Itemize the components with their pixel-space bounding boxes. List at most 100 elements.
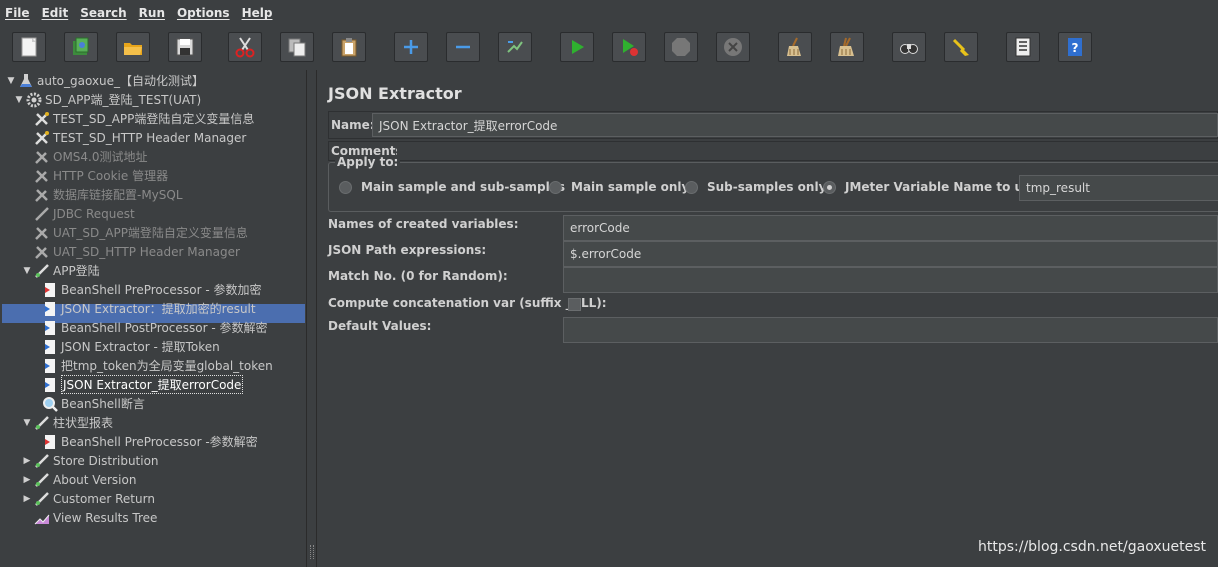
radio-main-and-sub[interactable]: Main sample and sub-samples xyxy=(339,180,565,194)
tree-node-postprocessor-selected[interactable]: JSON Extractor_提取errorCode xyxy=(42,375,244,394)
tree-node-preprocessor[interactable]: BeanShell PreProcessor -参数解密 xyxy=(42,432,258,451)
tree-toggle-icon[interactable]: ▼ xyxy=(22,266,32,276)
tree-node-config[interactable]: UAT_SD_HTTP Header Manager xyxy=(34,242,240,261)
comments-input[interactable] xyxy=(397,142,1218,160)
tree-toggle-icon[interactable]: ▼ xyxy=(6,76,16,86)
menu-search[interactable]: Search xyxy=(80,6,126,20)
radio-main-only[interactable]: Main sample only xyxy=(549,180,689,194)
tree-node-config[interactable]: UAT_SD_APP端登陆自定义变量信息 xyxy=(34,223,248,242)
copy-button[interactable] xyxy=(280,32,314,62)
json-path-input[interactable]: $.errorCode xyxy=(563,241,1218,267)
tree-toggle-icon[interactable]: ▼ xyxy=(22,418,32,428)
search-icon xyxy=(900,44,918,54)
tree-node-postprocessor[interactable]: JSON Extractor：提取加密的result xyxy=(42,299,256,318)
names-input[interactable]: errorCode xyxy=(563,215,1218,241)
new-button[interactable] xyxy=(12,32,46,62)
save-button[interactable] xyxy=(168,32,202,62)
templates-button[interactable] xyxy=(64,32,98,62)
tree-node-config[interactable]: OMS4.0测试地址 xyxy=(34,147,148,166)
tree-node-preprocessor[interactable]: BeanShell PreProcessor - 参数加密 xyxy=(42,280,262,299)
svg-text:?: ? xyxy=(1072,41,1079,55)
splitter-grip[interactable] xyxy=(310,545,314,559)
tree-node-postprocessor[interactable]: JSON Extractor - 提取Token xyxy=(42,337,220,356)
shutdown-button[interactable] xyxy=(716,32,750,62)
paste-button[interactable] xyxy=(332,32,366,62)
collapse-button[interactable] xyxy=(446,32,480,62)
comments-row: Comments: xyxy=(328,141,1218,161)
tree-node-listener[interactable]: View Results Tree xyxy=(34,508,157,527)
concat-label: Compute concatenation var (suffix _ALL): xyxy=(328,296,607,310)
radio-dot-selected[interactable] xyxy=(823,180,836,194)
tree-node-sampler[interactable]: ▶ About Version xyxy=(22,470,137,489)
save-icon xyxy=(176,38,194,56)
start-button[interactable] xyxy=(560,32,594,62)
names-label: Names of created variables: xyxy=(328,217,519,231)
radio-sub-only[interactable]: Sub-samples only xyxy=(685,180,826,194)
tree-node-sampler[interactable]: ▼ 柱状型报表 xyxy=(22,413,113,432)
expand-button[interactable] xyxy=(394,32,428,62)
cut-button[interactable] xyxy=(228,32,262,62)
concat-checkbox[interactable] xyxy=(568,298,581,311)
radio-dot[interactable] xyxy=(339,180,352,194)
tree-toggle-icon[interactable]: ▶ xyxy=(22,475,32,485)
tree-toggle-icon[interactable]: ▼ xyxy=(14,95,24,105)
radio-jmeter-variable[interactable]: JMeter Variable Name to use xyxy=(823,180,1038,194)
open-icon xyxy=(124,43,142,55)
copy-icon xyxy=(288,38,306,57)
menu-options[interactable]: Options xyxy=(177,6,230,20)
tree-node-postprocessor[interactable]: BeanShell PostProcessor - 参数解密 xyxy=(42,318,268,337)
function-helper-button[interactable] xyxy=(1006,32,1040,62)
name-input[interactable]: JSON Extractor_提取errorCode xyxy=(372,113,1218,137)
menu-file[interactable]: File xyxy=(5,6,30,20)
clear-all-button[interactable] xyxy=(830,32,864,62)
sampler-icon xyxy=(34,453,50,469)
tree-toggle-icon[interactable]: ▶ xyxy=(22,456,32,466)
tree-node-sampler[interactable]: ▼ APP登陆 xyxy=(22,261,100,280)
stop-icon xyxy=(672,38,690,56)
reset-search-button[interactable] xyxy=(944,32,978,62)
config-icon xyxy=(34,168,50,184)
search-button[interactable] xyxy=(892,32,926,62)
tree-node-assertion[interactable]: BeanShell断言 xyxy=(42,394,145,413)
sampler-icon xyxy=(34,491,50,507)
radio-dot[interactable] xyxy=(685,180,698,194)
sampler-icon xyxy=(34,263,50,279)
tree-node-postprocessor[interactable]: 把tmp_token为全局变量global_token xyxy=(42,356,273,375)
config-icon xyxy=(34,111,50,127)
tree-node-config[interactable]: 数据库链接配置-MySQL xyxy=(34,185,183,204)
menu-edit[interactable]: Edit xyxy=(42,6,69,20)
jmeter-variable-input[interactable]: tmp_result xyxy=(1019,175,1218,201)
tree-node-thread-group[interactable]: ▼ SD_APP端_登陆_TEST(UAT) xyxy=(14,90,201,109)
test-plan-icon xyxy=(18,73,34,89)
preprocessor-icon xyxy=(42,282,58,298)
tree-node-sampler[interactable]: ▶ Customer Return xyxy=(22,489,155,508)
splitter[interactable] xyxy=(307,70,317,567)
radio-dot[interactable] xyxy=(549,180,562,194)
function-helper-icon xyxy=(1015,37,1031,57)
tree-node-config[interactable]: TEST_SD_HTTP Header Manager xyxy=(34,128,246,147)
json-extractor-panel: JSON Extractor Name: JSON Extractor_提取er… xyxy=(318,70,1218,567)
match-no-input[interactable] xyxy=(563,267,1218,293)
config-icon xyxy=(34,244,50,260)
name-label: Name: xyxy=(331,118,375,132)
tree-node-config[interactable]: HTTP Cookie 管理器 xyxy=(34,166,168,185)
tree-node-config[interactable]: TEST_SD_APP端登陆自定义变量信息 xyxy=(34,109,254,128)
tree-node-test-plan[interactable]: ▼ auto_gaoxue_【自动化测试】 xyxy=(6,71,204,90)
tree-node-sampler[interactable]: JDBC Request xyxy=(34,204,135,223)
clear-button[interactable] xyxy=(778,32,812,62)
menu-bar: File Edit Search Run Options Help xyxy=(0,0,1218,26)
tree-toggle-icon[interactable]: ▶ xyxy=(22,494,32,504)
menu-run[interactable]: Run xyxy=(139,6,165,20)
start-no-pause-button[interactable] xyxy=(612,32,646,62)
stop-button[interactable] xyxy=(664,32,698,62)
toggle-icon xyxy=(507,41,523,53)
default-values-input[interactable] xyxy=(563,317,1218,343)
help-button[interactable]: ? xyxy=(1058,32,1092,62)
menu-help[interactable]: Help xyxy=(242,6,273,20)
start-no-pause-icon xyxy=(623,39,638,56)
clear-all-icon xyxy=(838,37,854,56)
open-button[interactable] xyxy=(116,32,150,62)
toggle-button[interactable] xyxy=(498,32,532,62)
tree-node-sampler[interactable]: ▶ Store Distribution xyxy=(22,451,159,470)
start-icon xyxy=(572,40,584,54)
